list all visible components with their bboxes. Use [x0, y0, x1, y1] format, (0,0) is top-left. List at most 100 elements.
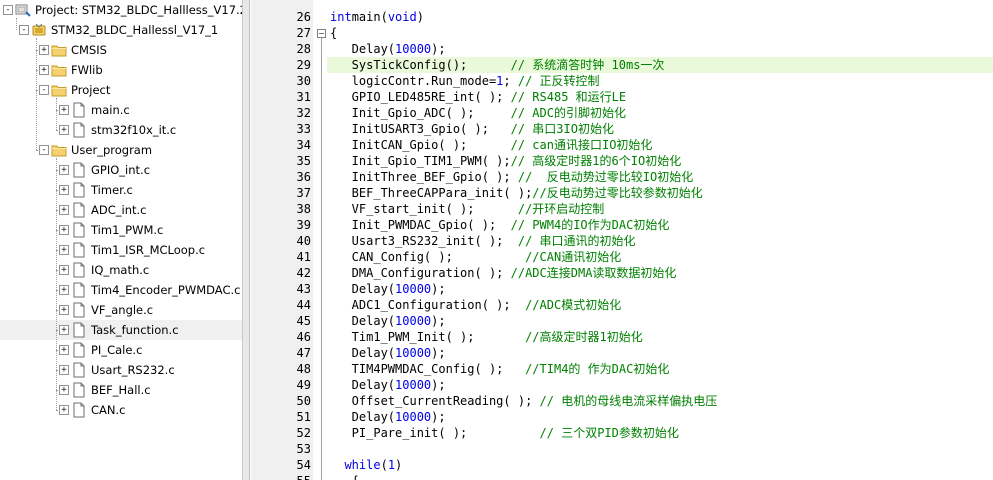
code-line[interactable]: 29 SysTickConfig(); // 系统滴答时钟 10ms一次: [251, 57, 993, 73]
expand-toggle-icon[interactable]: +: [59, 285, 69, 295]
expand-toggle-icon[interactable]: +: [59, 205, 69, 215]
collapse-toggle-icon[interactable]: -: [39, 85, 49, 95]
collapse-toggle-icon[interactable]: -: [19, 25, 29, 35]
project-tree[interactable]: - Project: STM32_BLDC_Hallless_V17.2- STM3…: [0, 0, 242, 480]
tree-file-gpio-int-c[interactable]: + GPIO_int.c: [0, 160, 242, 180]
code-line[interactable]: 45 Delay(10000);: [251, 313, 993, 329]
tree-file-task-function-c[interactable]: + Task_function.c: [0, 320, 242, 340]
line-number: 36: [296, 170, 311, 184]
collapse-toggle-icon[interactable]: -: [39, 145, 49, 155]
tree-guide: [56, 98, 57, 130]
code-comment: // ADC的引脚初始化: [510, 106, 626, 120]
code-token: );: [431, 314, 446, 328]
code-line[interactable]: 40 Usart3_RS232_init( ); // 串口通讯的初始化: [251, 233, 993, 249]
code-line[interactable]: 36 InitThree_BEF_Gpio( ); // 反电动势过零比较IO初…: [251, 169, 993, 185]
code-token: Tim1_PWM_Init( );: [330, 330, 526, 344]
c-file-icon: [71, 402, 87, 418]
code-text: VF_start_init( ); //开环启动控制: [327, 201, 993, 217]
code-token: Offset_CurrentReading( );: [330, 394, 540, 408]
line-number: 33: [296, 122, 311, 136]
code-text: intmain(void): [327, 9, 993, 25]
expand-toggle-icon[interactable]: +: [59, 265, 69, 275]
c-file-icon: [71, 162, 87, 178]
tree-project-root[interactable]: - Project: STM32_BLDC_Hallless_V17.2: [0, 0, 242, 20]
expand-toggle-icon[interactable]: +: [59, 105, 69, 115]
code-line[interactable]: 33 InitUSART3_Gpio( ); // 串口3IO初始化: [251, 121, 993, 137]
expand-toggle-icon[interactable]: +: [39, 45, 49, 55]
code-line[interactable]: 35 Init_Gpio_TIM1_PWM( );// 高级定时器1的6个IO初…: [251, 153, 993, 169]
code-line[interactable]: 28 Delay(10000);: [251, 41, 993, 57]
tree-file-tim1-pwm-c[interactable]: + Tim1_PWM.c: [0, 220, 242, 240]
code-line[interactable]: 41 CAN_Config( ); //CAN通讯初始化: [251, 249, 993, 265]
file-label: main.c: [91, 103, 130, 117]
code-text: while(1): [327, 457, 993, 473]
line-number: 38: [296, 202, 311, 216]
c-file-icon: [71, 182, 87, 198]
line-number: 51: [296, 410, 311, 424]
tree-file-tim1-isr-mcloop-c[interactable]: + Tim1_ISR_MCLoop.c: [0, 240, 242, 260]
code-line[interactable]: 37 BEF_ThreeCAPPara_init( );//反电动势过零比较参数…: [251, 185, 993, 201]
code-line[interactable]: 32 Init_Gpio_ADC( ); // ADC的引脚初始化: [251, 105, 993, 121]
code-line[interactable]: 30 logicContr.Run_mode=1; // 正反转控制: [251, 73, 993, 89]
code-token: ): [395, 458, 403, 472]
code-line[interactable]: 47 Delay(10000);: [251, 345, 993, 361]
tree-file-vf-angle-c[interactable]: + VF_angle.c: [0, 300, 242, 320]
tree-file-timer-c[interactable]: + Timer.c: [0, 180, 242, 200]
code-text: InitThree_BEF_Gpio( ); // 反电动势过零比较IO初始化: [327, 169, 993, 185]
line-number: 55: [251, 473, 311, 480]
expand-toggle-icon[interactable]: +: [59, 125, 69, 135]
tree-file-usart-rs232-c[interactable]: + Usart_RS232.c: [0, 360, 242, 380]
expand-toggle-icon[interactable]: +: [59, 165, 69, 175]
expand-toggle-icon[interactable]: +: [59, 325, 69, 335]
code-line[interactable]: 26 intmain(void): [251, 9, 993, 25]
code-line[interactable]: 44 ADC1_Configuration( ); //ADC模式初始化: [251, 297, 993, 313]
tree-file-pi-cale-c[interactable]: + PI_Cale.c: [0, 340, 242, 360]
expand-toggle-icon[interactable]: +: [59, 305, 69, 315]
expand-toggle-icon[interactable]: +: [39, 65, 49, 75]
expand-toggle-icon[interactable]: +: [59, 185, 69, 195]
code-line[interactable]: 46 Tim1_PWM_Init( ); //高级定时器1初始化: [251, 329, 993, 345]
code-line[interactable]: 49 Delay(10000);: [251, 377, 993, 393]
code-line[interactable]: 39 Init_PWMDAC_Gpio( ); // PWM4的IO作为DAC初…: [251, 217, 993, 233]
expand-toggle-icon[interactable]: +: [59, 345, 69, 355]
expand-toggle-icon[interactable]: +: [59, 245, 69, 255]
tree-file-bef-hall-c[interactable]: + BEF_Hall.c: [0, 380, 242, 400]
code-line[interactable]: 42 DMA_Configuration( ); //ADC连接DMA读取数据初…: [251, 265, 993, 281]
code-line[interactable]: 53: [251, 441, 993, 457]
folder-icon: [51, 62, 67, 78]
code-line[interactable]: 54 while(1): [251, 457, 993, 473]
code-line[interactable]: 31 GPIO_LED485RE_int( ); // RS485 和运行LE: [251, 89, 993, 105]
code-line[interactable]: 51 Delay(10000);: [251, 409, 993, 425]
expand-toggle-icon[interactable]: +: [59, 405, 69, 415]
code-line[interactable]: 34 InitCAN_Gpio( ); // can通讯接口IO初始化: [251, 137, 993, 153]
code-line[interactable]: 27 {: [251, 25, 993, 41]
code-editor[interactable]: 26 intmain(void) 27{28 Delay(10000); 29 Sys…: [251, 0, 993, 480]
expand-toggle-icon[interactable]: +: [59, 225, 69, 235]
tree-file-adc-int-c[interactable]: + ADC_int.c: [0, 200, 242, 220]
tree-target[interactable]: - STM32_BLDC_Hallessl_V17_1: [0, 20, 242, 40]
code-line[interactable]: 43 Delay(10000);: [251, 281, 993, 297]
file-label: BEF_Hall.c: [91, 383, 151, 397]
file-label: Usart_RS232.c: [91, 363, 175, 377]
c-file-icon: [71, 242, 87, 258]
code-comment: // can通讯接口IO初始化: [510, 138, 653, 152]
code-line[interactable]: 50 Offset_CurrentReading( ); // 电机的母线电流采…: [251, 393, 993, 409]
tree-file-tim4-encoder-pwmdac-c[interactable]: + Tim4_Encoder_PWMDAC.c: [0, 280, 242, 300]
code-line[interactable]: 38 VF_start_init( ); //开环启动控制: [251, 201, 993, 217]
collapse-toggle-icon[interactable]: -: [3, 5, 13, 15]
pane-splitter[interactable]: [242, 0, 250, 480]
expand-toggle-icon[interactable]: +: [59, 385, 69, 395]
tree-file-can-c[interactable]: + CAN.c: [0, 400, 242, 420]
code-comment: //ADC连接DMA读取数据初始化: [510, 266, 677, 280]
c-file-icon: [71, 122, 87, 138]
tree-file-iq-math-c[interactable]: + IQ_math.c: [0, 260, 242, 280]
code-line[interactable]: 55 {: [251, 473, 993, 480]
code-comment: //高级定时器1初始化: [525, 330, 643, 344]
fold-collapse-icon[interactable]: −: [317, 29, 326, 38]
code-line[interactable]: 52 PI_Pare_init( ); // 三个双PID参数初始化: [251, 425, 993, 441]
expand-toggle-icon[interactable]: +: [59, 365, 69, 375]
code-text: Init_Gpio_TIM1_PWM( );// 高级定时器1的6个IO初始化: [327, 153, 993, 169]
code-line[interactable]: 48 TIM4PWMDAC_Config( ); //TIM4的 作为DAC初始…: [251, 361, 993, 377]
line-number: 53: [296, 442, 311, 456]
